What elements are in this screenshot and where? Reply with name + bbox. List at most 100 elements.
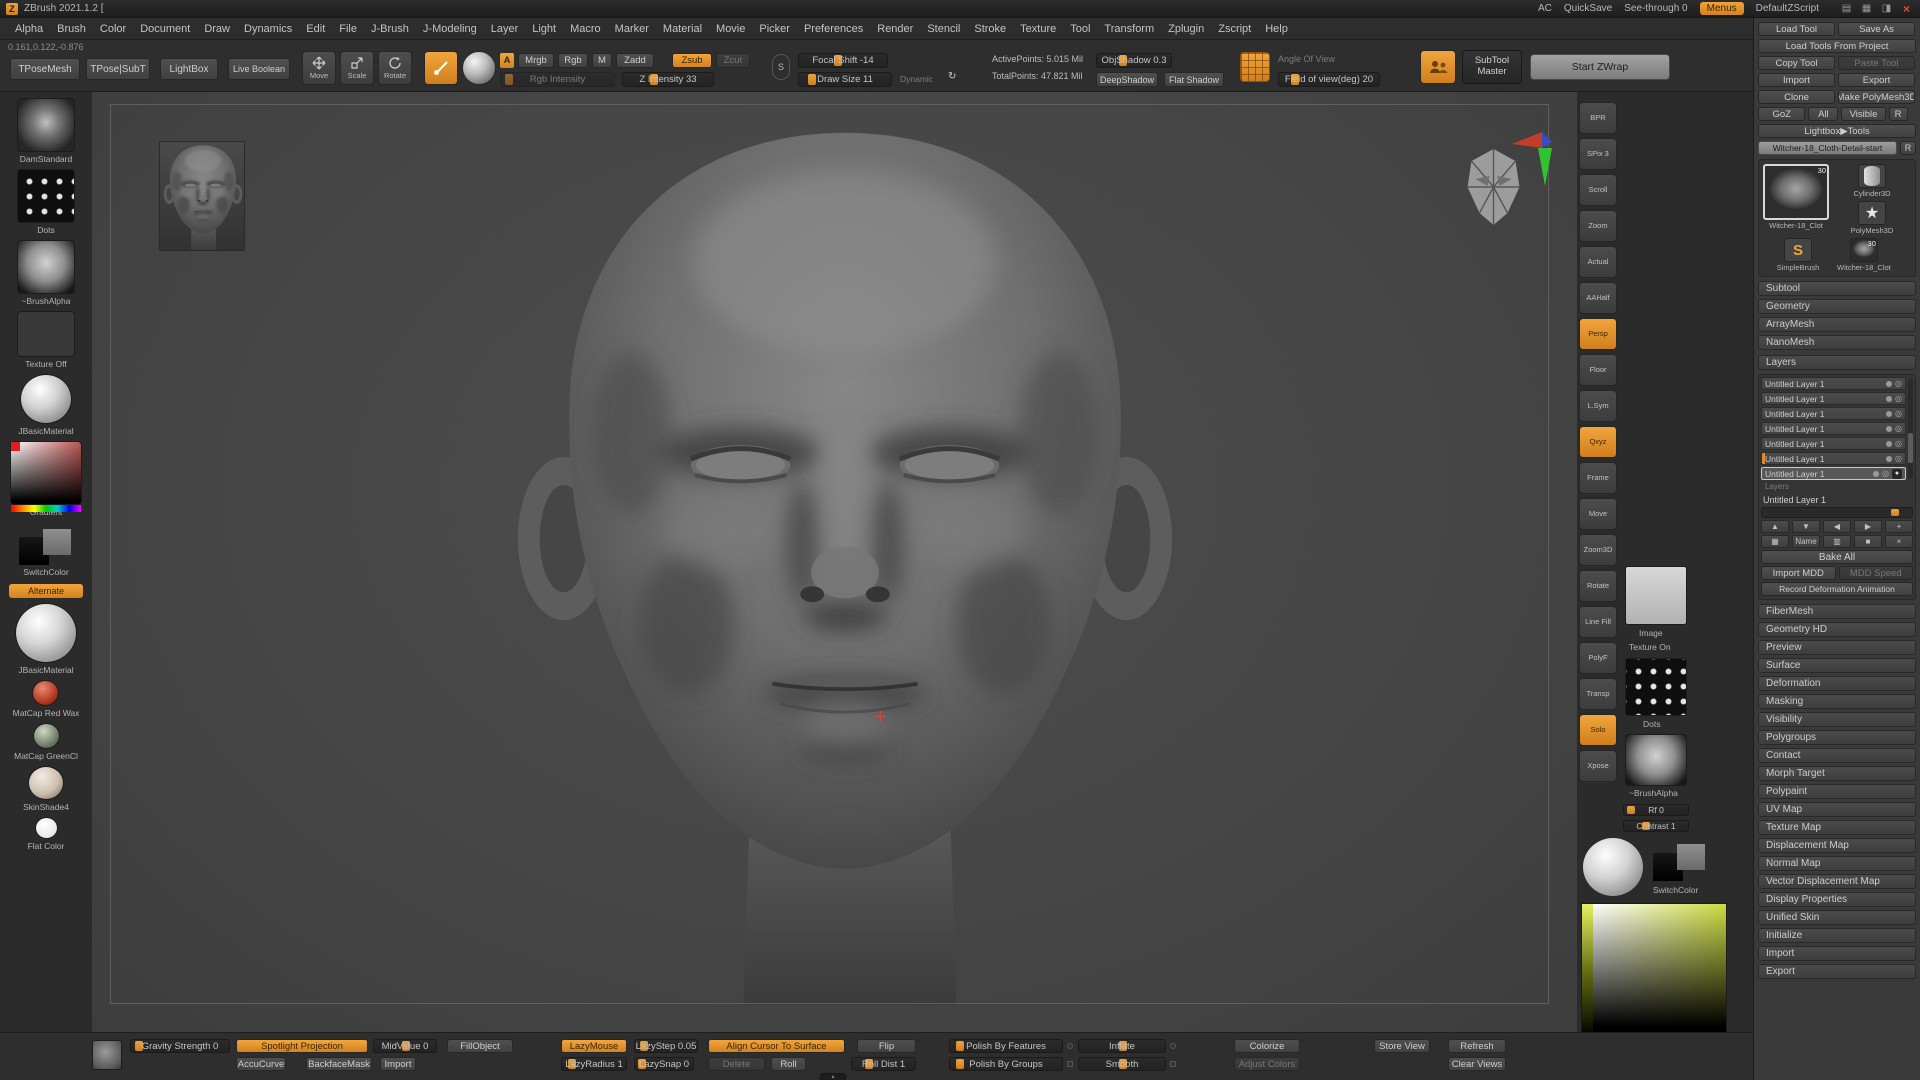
contrast-slider[interactable]: Contrast 1: [1623, 820, 1689, 832]
menu-item[interactable]: Material: [656, 21, 709, 37]
shelf-button[interactable]: Solo: [1579, 714, 1617, 746]
shelf-button[interactable]: Frame: [1579, 462, 1617, 494]
shelf-button[interactable]: Xpose: [1579, 750, 1617, 782]
menu-item[interactable]: Layer: [484, 21, 526, 37]
shelf-button[interactable]: Floor: [1579, 354, 1617, 386]
tool-thumbnail[interactable]: ★ PolyMesh3D: [1833, 201, 1911, 235]
layer-eye-icon[interactable]: ◎: [1882, 469, 1889, 478]
tool-panel-button[interactable]: Import: [1758, 73, 1835, 87]
colorize-button[interactable]: Colorize: [1234, 1039, 1300, 1053]
axis-gizmo[interactable]: [1512, 132, 1552, 188]
section-button[interactable]: Preview: [1758, 640, 1916, 655]
alpha-chip[interactable]: A: [500, 53, 514, 68]
section-button[interactable]: NanoMesh: [1758, 335, 1916, 350]
rgb-intensity-slider[interactable]: Rgb Intensity: [500, 72, 615, 87]
backfacemask-button[interactable]: BackfaceMask: [306, 1057, 372, 1071]
dock-item[interactable]: SkinShade4: [23, 766, 69, 812]
sculpt-head-model[interactable]: [450, 105, 1240, 1005]
lightbox-button[interactable]: LightBox: [160, 58, 218, 80]
layer-row[interactable]: Untitled Layer 1 ◎ ●: [1761, 422, 1906, 435]
current-brush-button[interactable]: [424, 51, 458, 85]
shelf-button[interactable]: Rotate: [1579, 570, 1617, 602]
dock-item-thumbnail[interactable]: [35, 817, 58, 839]
lazystep-slider[interactable]: LazyStep 0.05: [634, 1039, 698, 1053]
tool-thumbnail[interactable]: 30 Witcher-18_Clot: [1837, 238, 1891, 272]
window-icon[interactable]: ▦: [1859, 2, 1874, 15]
layer-tool-button[interactable]: Name: [1792, 535, 1820, 548]
layer-intensity-dot[interactable]: [1886, 396, 1892, 402]
dock-item[interactable]: ~BrushAlpha: [17, 240, 75, 306]
roll-dist-slider[interactable]: Roll Dist 1: [851, 1057, 916, 1071]
menu-item[interactable]: Texture: [1013, 21, 1063, 37]
menu-item[interactable]: Marker: [608, 21, 656, 37]
layer-intensity-dot[interactable]: [1873, 471, 1879, 477]
dock-item[interactable]: Gradient: [10, 441, 82, 517]
color-picker-field[interactable]: [1593, 904, 1726, 1037]
menu-item[interactable]: J-Brush: [364, 21, 416, 37]
section-button[interactable]: Display Properties: [1758, 892, 1916, 907]
live-boolean-button[interactable]: Live Boolean: [228, 58, 290, 80]
section-button[interactable]: Contact: [1758, 748, 1916, 763]
color-picker-value-strip[interactable]: [1582, 904, 1593, 1037]
fillobject-button[interactable]: FillObject: [447, 1039, 513, 1053]
shelf-button[interactable]: Qxyz: [1579, 426, 1617, 458]
tool-thumbnail[interactable]: S SimpleBrush: [1763, 238, 1833, 272]
dock-item-thumbnail[interactable]: [10, 441, 82, 505]
tool-panel-button[interactable]: GoZ: [1758, 107, 1805, 121]
mrgb-button[interactable]: Mrgb: [518, 53, 554, 68]
focal-shift-slider[interactable]: Focal Shift -14: [798, 53, 888, 68]
z-intensity-slider[interactable]: Z Intensity 33: [622, 72, 714, 87]
delete-button[interactable]: Delete: [708, 1057, 765, 1071]
section-button[interactable]: Geometry: [1758, 299, 1916, 314]
section-button[interactable]: Surface: [1758, 658, 1916, 673]
smooth-slider[interactable]: Smooth: [1078, 1057, 1166, 1071]
import-spotlight-button[interactable]: Import: [380, 1057, 416, 1071]
shelf-button[interactable]: Transp: [1579, 678, 1617, 710]
slider-modifier-toggle[interactable]: [1067, 1043, 1073, 1049]
menu-item[interactable]: Edit: [299, 21, 332, 37]
tool-panel-button[interactable]: Visible: [1841, 107, 1885, 121]
slider-modifier-toggle[interactable]: [1170, 1061, 1176, 1067]
window-icon[interactable]: ◨: [1879, 2, 1894, 15]
layer-eye-icon[interactable]: ◎: [1895, 379, 1902, 388]
objshadow-slider[interactable]: ObjShadow 0.3: [1096, 53, 1172, 68]
polish-by-features-slider[interactable]: Polish By Features: [949, 1039, 1063, 1053]
zcut-button[interactable]: Zcut: [716, 53, 750, 68]
layer-strength-slider[interactable]: [1761, 507, 1913, 518]
shelf-button[interactable]: PolyF: [1579, 642, 1617, 674]
align-cursor-button[interactable]: Align Cursor To Surface: [708, 1039, 845, 1053]
layer-eye-icon[interactable]: ◎: [1895, 394, 1902, 403]
menu-item[interactable]: Movie: [709, 21, 752, 37]
section-button[interactable]: Import: [1758, 946, 1916, 961]
menu-item[interactable]: Light: [525, 21, 563, 37]
layer-tool-button[interactable]: +: [1885, 520, 1913, 533]
tool-panel-button[interactable]: Load Tools From Project: [1758, 39, 1916, 53]
record-deformation-button[interactable]: Record Deformation Animation: [1761, 582, 1913, 596]
store-view-button[interactable]: Store View: [1374, 1039, 1430, 1053]
layer-intensity-dot[interactable]: [1886, 441, 1892, 447]
move-button[interactable]: Move: [302, 51, 336, 85]
section-button[interactable]: Geometry HD: [1758, 622, 1916, 637]
clear-views-button[interactable]: Clear Views: [1448, 1057, 1506, 1071]
menu-item[interactable]: Color: [93, 21, 133, 37]
lazymouse-button[interactable]: LazyM​ouse: [561, 1039, 627, 1053]
dock-item[interactable]: DamStandard: [17, 98, 75, 164]
dock-item-thumbnail[interactable]: [28, 766, 64, 800]
subtool-master-button[interactable]: SubTool Master: [1462, 50, 1522, 84]
current-material-sphere[interactable]: [1583, 838, 1643, 896]
section-button[interactable]: Texture Map: [1758, 820, 1916, 835]
section-button-layers[interactable]: Layers: [1758, 355, 1916, 370]
tool-panel-button[interactable]: Lightbox▶Tools: [1758, 124, 1916, 138]
shelf-button[interactable]: L.Sym: [1579, 390, 1617, 422]
active-tool-thumbnail[interactable]: 30 Witcher-18_Clot: [1763, 164, 1829, 235]
layer-eye-icon[interactable]: ◎: [1895, 454, 1902, 463]
adjust-colors-button[interactable]: Adjust Colors: [1234, 1057, 1300, 1071]
menu-item[interactable]: Stencil: [920, 21, 967, 37]
tool-panel-button[interactable]: All: [1808, 107, 1838, 121]
accucurve-button[interactable]: AccuCurve: [236, 1057, 286, 1071]
slider-modifier-toggle[interactable]: [1170, 1043, 1176, 1049]
layer-intensity-dot[interactable]: [1886, 426, 1892, 432]
polish-by-groups-slider[interactable]: Polish By Groups: [949, 1057, 1063, 1071]
dock-item[interactable]: SwitchColor: [17, 529, 75, 577]
autoclaim-button[interactable]: AC: [1538, 3, 1552, 14]
